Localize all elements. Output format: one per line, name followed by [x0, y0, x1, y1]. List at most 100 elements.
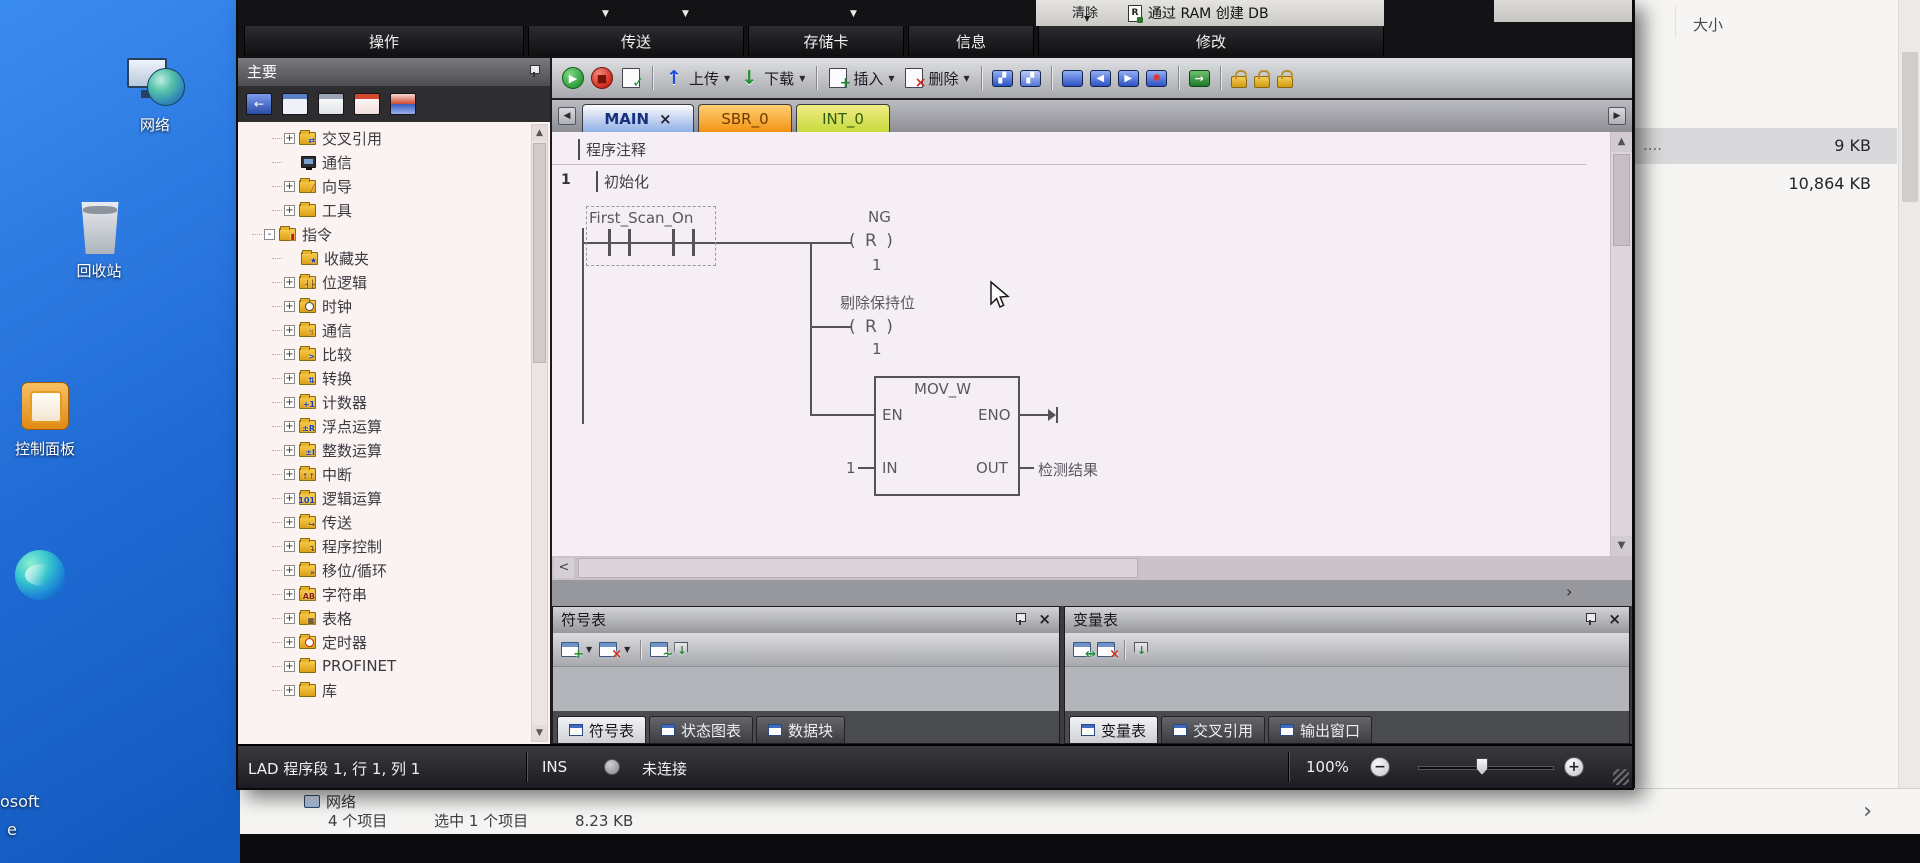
insert-icon[interactable]: +	[827, 67, 851, 91]
tree-item-计数器[interactable]: + +1 计数器	[238, 390, 530, 414]
back-view-icon[interactable]: ←	[246, 93, 272, 115]
zoom-out-button[interactable]: −	[1370, 757, 1390, 777]
delete-icon[interactable]: ×	[903, 67, 927, 91]
tree-item-浮点运算[interactable]: + ±R 浮点运算	[238, 414, 530, 438]
tree-item-通信[interactable]: 通信	[238, 150, 530, 174]
scroll-down-icon[interactable]: ▼	[1611, 536, 1632, 556]
expand-icon[interactable]: +	[284, 324, 295, 336]
expand-icon[interactable]: +	[284, 684, 295, 696]
ribbon-group-操作[interactable]: 操作	[244, 26, 524, 56]
expand-icon[interactable]: +	[284, 540, 295, 552]
lock-open-button[interactable]	[1253, 69, 1270, 88]
close-tab-icon[interactable]: ×	[659, 110, 672, 128]
file-row[interactable]: 10,864 KB	[1635, 166, 1897, 198]
goto-button[interactable]: →	[1188, 69, 1210, 87]
delete-table-icon[interactable]: ×	[599, 642, 622, 662]
tree-item-定时器[interactable]: + 定时器	[238, 630, 530, 654]
goto-icon[interactable]: →	[1188, 69, 1210, 87]
desktop-icon-control-panel[interactable]: 控制面板	[0, 380, 100, 459]
insert-button[interactable]: + 插入 ▼	[827, 67, 895, 91]
dropdown-caret-icon[interactable]: ▼	[1084, 14, 1090, 23]
dropdown-caret-icon[interactable]: ▼	[586, 645, 592, 654]
ladder-editor-canvas[interactable]: 程序注释 1 初始化 First_Scan_On NG ( R ) 1 剔除保持…	[552, 132, 1632, 556]
pou-comment-button[interactable]	[1061, 69, 1083, 87]
stop-icon[interactable]: ■	[591, 67, 613, 89]
bookmark-clear-icon[interactable]: ✱	[1146, 67, 1168, 89]
tree-item-中断[interactable]: + ↑↑ 中断	[238, 462, 530, 486]
delete-row-icon[interactable]: ×	[1097, 642, 1120, 662]
network-comment[interactable]: 初始化	[596, 171, 649, 192]
dropdown-caret-icon[interactable]: ▼	[799, 74, 805, 83]
dropdown-caret-icon[interactable]: ▼	[964, 74, 970, 83]
pou-comment-icon[interactable]	[1061, 69, 1083, 87]
bookmark-clear-button[interactable]: ✱	[1146, 67, 1168, 89]
tree-item-指令[interactable]: - ▮ 指令	[238, 222, 530, 246]
delete-button[interactable]: × 删除 ▼	[903, 67, 971, 91]
contact-operand-label[interactable]: First_Scan_On	[589, 209, 693, 227]
close-icon[interactable]: ×	[1038, 612, 1051, 627]
run-icon[interactable]: ▶	[562, 67, 584, 89]
stop-button[interactable]: ■	[591, 67, 613, 89]
insert-table-icon[interactable]: +	[561, 642, 584, 662]
tree-item-逻辑运算[interactable]: +101 逻辑运算	[238, 486, 530, 510]
tab-scroll-right-icon[interactable]: ▶	[1608, 107, 1626, 125]
expand-icon[interactable]: +	[284, 180, 295, 192]
expand-icon[interactable]: +	[284, 300, 295, 312]
tab-变量表[interactable]: 变量表	[1069, 716, 1159, 743]
pin-icon[interactable]	[1015, 613, 1027, 626]
tree-item-移位/循环[interactable]: + » 移位/循环	[238, 558, 530, 582]
symbol-info-table-icon[interactable]: ▞	[1019, 69, 1041, 87]
tab-数据块[interactable]: 数据块	[756, 716, 846, 743]
zoom-in-button[interactable]: +	[1564, 757, 1584, 777]
upload-icon[interactable]: ↑	[663, 67, 685, 89]
download-button[interactable]: ↓ 下载 ▼	[738, 67, 806, 89]
lock-button[interactable]	[1230, 69, 1247, 88]
scroll-up-icon[interactable]: ▲	[1611, 132, 1632, 152]
expand-icon[interactable]: +	[284, 420, 295, 432]
tree-item-工具[interactable]: + 工具	[238, 198, 530, 222]
collapse-icon[interactable]: -	[264, 228, 275, 240]
expand-icon[interactable]: +	[284, 588, 295, 600]
dropdown-caret-icon[interactable]: ▼	[624, 645, 630, 654]
close-icon[interactable]: ×	[1608, 612, 1621, 627]
compile-icon[interactable]: ✓	[620, 67, 644, 91]
create-db-from-ram-button[interactable]: R 通过 RAM 创建 DB	[1128, 3, 1269, 23]
tree-item-通信[interactable]: + ↯ 通信	[238, 318, 530, 342]
expand-icon[interactable]: +	[284, 660, 295, 672]
download-icon[interactable]: ↓	[738, 67, 760, 89]
bookmark-next-icon[interactable]: ▶	[1117, 69, 1139, 87]
reset-coil[interactable]: ( R )	[849, 231, 895, 251]
out-operand-label[interactable]: 检测结果	[1038, 459, 1098, 480]
tree-item-比较[interactable]: + > 比较	[238, 342, 530, 366]
tab-scroll-left-icon[interactable]: ◀	[558, 107, 576, 125]
expand-right-icon[interactable]: ›	[1566, 582, 1572, 601]
pin-icon[interactable]	[529, 65, 540, 78]
resize-grip[interactable]	[1613, 769, 1629, 785]
scroll-up-icon[interactable]: ▲	[532, 125, 547, 141]
symbol-addressing-button[interactable]: ▞	[991, 69, 1013, 87]
upload-button[interactable]: ↑ 上传 ▼	[663, 67, 731, 89]
expand-icon[interactable]: +	[284, 468, 295, 480]
expand-icon[interactable]: +	[284, 396, 295, 408]
file-row-selected[interactable]: .... 9 KB	[1635, 128, 1897, 164]
tree-item-时钟[interactable]: + 时钟	[238, 294, 530, 318]
pin-icon[interactable]	[1585, 613, 1597, 626]
dropdown-caret-icon[interactable]: ▼	[724, 74, 730, 83]
expand-icon[interactable]: +	[284, 444, 295, 456]
expand-icon[interactable]: +	[284, 348, 295, 360]
lock-edit-button[interactable]	[1276, 69, 1293, 88]
desktop-icon-recycle-bin[interactable]: 回收站	[44, 202, 154, 281]
tree-item-程序控制[interactable]: + ↴ 程序控制	[238, 534, 530, 558]
tab-符号表[interactable]: 符号表	[557, 716, 647, 743]
symbol-addressing-icon[interactable]: ▞	[991, 69, 1013, 87]
symbol-table-view-icon[interactable]	[282, 93, 308, 115]
ribbon-group-修改[interactable]: 修改	[1038, 26, 1384, 56]
tree-item-字符串[interactable]: + AB 字符串	[238, 582, 530, 606]
tree-item-位逻辑[interactable]: + ┤├ 位逻辑	[238, 270, 530, 294]
lock-icon[interactable]	[1230, 69, 1247, 88]
tab-输出窗口[interactable]: 输出窗口	[1268, 716, 1373, 743]
lock-edit-icon[interactable]	[1276, 69, 1293, 88]
scroll-down-icon[interactable]: ▼	[532, 725, 547, 741]
move-row-icon[interactable]: ↔	[1073, 642, 1096, 662]
bookmark-prev-icon[interactable]: ◀	[1089, 69, 1111, 87]
